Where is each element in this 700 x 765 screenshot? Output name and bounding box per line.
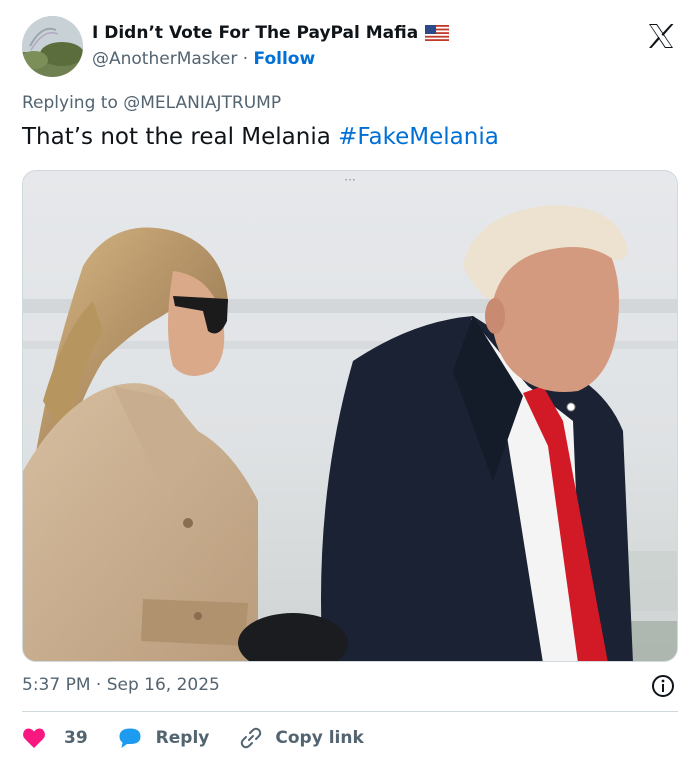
us-flag-icon <box>424 24 450 42</box>
copy-link-button[interactable]: Copy link <box>239 726 364 750</box>
tweet-header: I Didn’t Vote For The PayPal Mafia @Anot… <box>22 15 682 79</box>
reply-button[interactable]: Reply <box>118 727 210 749</box>
author-handle[interactable]: @AnotherMasker <box>92 49 237 69</box>
replying-to: Replying to @MELANIAJTRUMP <box>22 93 281 113</box>
author-display-name[interactable]: I Didn’t Vote For The PayPal Mafia <box>92 23 418 43</box>
copy-link-label: Copy link <box>275 728 364 748</box>
heart-icon <box>23 728 45 748</box>
tweet-text: That’s not the real Melania #FakeMelania <box>22 124 499 150</box>
replying-to-label: Replying to <box>22 93 124 113</box>
x-logo-icon[interactable] <box>646 21 676 51</box>
like-button[interactable]: 39 <box>22 727 88 749</box>
tweet-body: That’s not the real Melania <box>22 124 339 150</box>
media-more-indicator: ··· <box>344 173 356 187</box>
author-avatar[interactable] <box>22 16 83 77</box>
info-icon[interactable] <box>651 674 675 698</box>
link-icon <box>241 727 262 749</box>
reply-label: Reply <box>155 728 210 748</box>
reply-bubble-icon <box>119 728 141 748</box>
like-count: 39 <box>64 728 88 748</box>
handle-separator: · <box>237 49 254 69</box>
tweet-actions: 39 Reply Copy link <box>22 723 678 753</box>
author-handle-row: @AnotherMasker · Follow <box>92 49 315 69</box>
tweet-media-image[interactable]: ··· <box>22 170 678 662</box>
tweet-timestamp[interactable]: 5:37 PM · Sep 16, 2025 <box>22 675 220 695</box>
replying-to-handle[interactable]: @MELANIAJTRUMP <box>123 93 281 113</box>
follow-button[interactable]: Follow <box>254 49 316 69</box>
hashtag-link[interactable]: #FakeMelania <box>338 124 499 150</box>
divider <box>22 711 678 712</box>
